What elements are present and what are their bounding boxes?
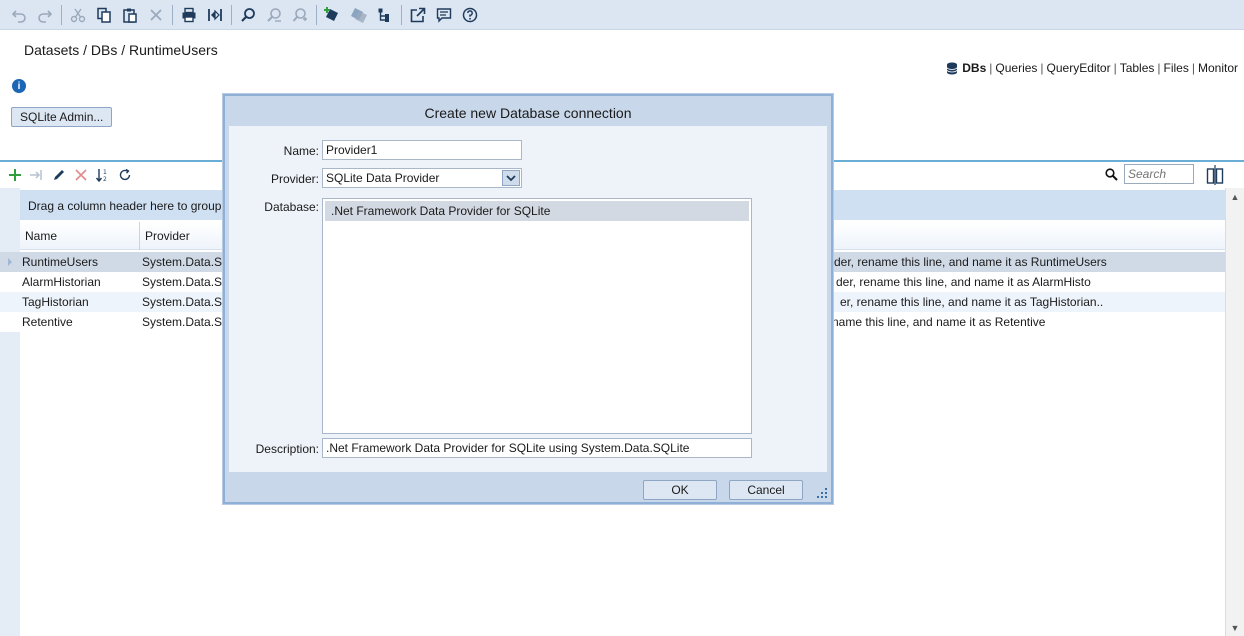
nav-link-dbs[interactable]: DBs	[962, 61, 986, 75]
nav-separator: |	[1157, 61, 1161, 75]
list-item[interactable]: .Net Framework Data Provider for SQLite	[325, 201, 749, 221]
open-external-icon[interactable]	[405, 2, 431, 28]
nav-link-files[interactable]: Files	[1164, 61, 1189, 75]
tree-icon[interactable]	[372, 2, 398, 28]
cell-provider: System.Data.S...	[142, 295, 226, 309]
provider-label: Provider:	[270, 172, 319, 186]
redo-icon[interactable]	[32, 2, 58, 28]
name-label: Name:	[283, 144, 319, 158]
search-box	[1105, 164, 1194, 184]
undo-icon[interactable]	[6, 2, 32, 28]
nav-link-monitor[interactable]: Monitor	[1198, 61, 1238, 75]
find-icon[interactable]	[235, 2, 261, 28]
main-toolbar	[0, 0, 1244, 30]
chevron-down-icon[interactable]	[502, 170, 520, 186]
nav-link-queryeditor[interactable]: QueryEditor	[1047, 61, 1111, 75]
name-field[interactable]: Provider1	[322, 140, 522, 160]
vertical-scrollbar[interactable]: ▲ ▼	[1225, 188, 1244, 636]
row-indicator	[0, 252, 20, 272]
toolbar-separator	[172, 4, 173, 25]
scroll-up-icon[interactable]: ▲	[1229, 191, 1241, 203]
edit-pencil-icon[interactable]	[48, 164, 70, 186]
cell-provider: System.Data.S...	[142, 315, 226, 329]
nav-separator: |	[1040, 61, 1044, 75]
delete-row-icon[interactable]	[70, 164, 92, 186]
cell-provider: System.Data.S...	[142, 255, 226, 269]
dialog-footer: OK Cancel	[225, 472, 831, 502]
sqlite-admin-button[interactable]: SQLite Admin...	[11, 107, 113, 127]
refresh-icon[interactable]	[114, 164, 136, 186]
toolbar-separator	[401, 4, 402, 25]
nav-separator: |	[1113, 61, 1117, 75]
find-user-next-icon[interactable]	[287, 2, 313, 28]
dialog-body: Name: Provider1 Provider: SQLite Data Pr…	[229, 126, 827, 472]
search-icon	[1105, 167, 1118, 181]
cut-icon[interactable]	[65, 2, 91, 28]
import-icon[interactable]	[26, 164, 48, 186]
nav-link-queries[interactable]: Queries	[995, 61, 1037, 75]
add-row-icon[interactable]	[4, 164, 26, 186]
add-shield-icon[interactable]	[320, 2, 346, 28]
description-label: Description:	[255, 442, 319, 456]
provider-select[interactable]: SQLite Data Provider	[322, 168, 522, 188]
nav-separator: |	[1191, 61, 1195, 75]
description-field[interactable]: .Net Framework Data Provider for SQLite …	[322, 438, 752, 458]
svg-text:1: 1	[103, 169, 107, 176]
row-indicator	[0, 292, 20, 312]
provider-selected-value: SQLite Data Provider	[326, 171, 440, 185]
cell-name: AlarmHistorian	[22, 275, 101, 289]
search-input[interactable]	[1124, 164, 1194, 184]
cell-provider: System.Data.S...	[142, 275, 226, 289]
nav-separator: |	[989, 61, 993, 75]
find-user-icon[interactable]	[261, 2, 287, 28]
column-chooser-icon[interactable]	[1206, 165, 1224, 188]
cell-name: Retentive	[22, 315, 73, 329]
help-icon[interactable]	[457, 2, 483, 28]
column-header-name[interactable]: Name	[20, 222, 140, 250]
delete-icon[interactable]	[143, 2, 169, 28]
ok-button[interactable]: OK	[643, 480, 717, 500]
resize-grip-icon[interactable]	[815, 486, 829, 500]
cancel-button[interactable]: Cancel	[729, 480, 803, 500]
toolbar-separator	[61, 4, 62, 25]
cell-name: RuntimeUsers	[22, 255, 99, 269]
cell-description: name this line, and name it as Retentive	[832, 315, 1046, 329]
section-nav: DBs | Queries | QueryEditor | Tables | F…	[946, 61, 1238, 75]
scroll-down-icon[interactable]: ▼	[1229, 622, 1241, 634]
breadcrumb: Datasets / DBs / RuntimeUsers	[24, 42, 218, 58]
print-icon[interactable]	[176, 2, 202, 28]
cell-description: er, rename this line, and name it as Tag…	[840, 295, 1104, 309]
database-list[interactable]: .Net Framework Data Provider for SQLite	[322, 198, 752, 434]
svg-text:2: 2	[103, 176, 107, 183]
nav-link-tables[interactable]: Tables	[1120, 61, 1155, 75]
copy-icon[interactable]	[91, 2, 117, 28]
cell-description: der, rename this line, and name it as Ru…	[834, 255, 1107, 269]
dialog-title: Create new Database connection	[424, 105, 632, 121]
cell-name: TagHistorian	[22, 295, 89, 309]
compare-icon[interactable]	[202, 2, 228, 28]
comment-icon[interactable]	[431, 2, 457, 28]
cell-description: der, rename this line, and name it as Al…	[836, 275, 1091, 289]
database-label: Database:	[264, 200, 319, 214]
database-icon	[946, 62, 958, 74]
row-indicator	[0, 272, 20, 292]
toolbar-separator	[231, 4, 232, 25]
paste-icon[interactable]	[117, 2, 143, 28]
toolbar-separator	[316, 4, 317, 25]
create-connection-dialog: Create new Database connection Name: Pro…	[223, 94, 833, 504]
tags-icon[interactable]	[346, 2, 372, 28]
row-indicator	[0, 312, 20, 332]
info-icon[interactable]: i	[12, 79, 26, 93]
sort-icon[interactable]: 12	[92, 164, 114, 186]
